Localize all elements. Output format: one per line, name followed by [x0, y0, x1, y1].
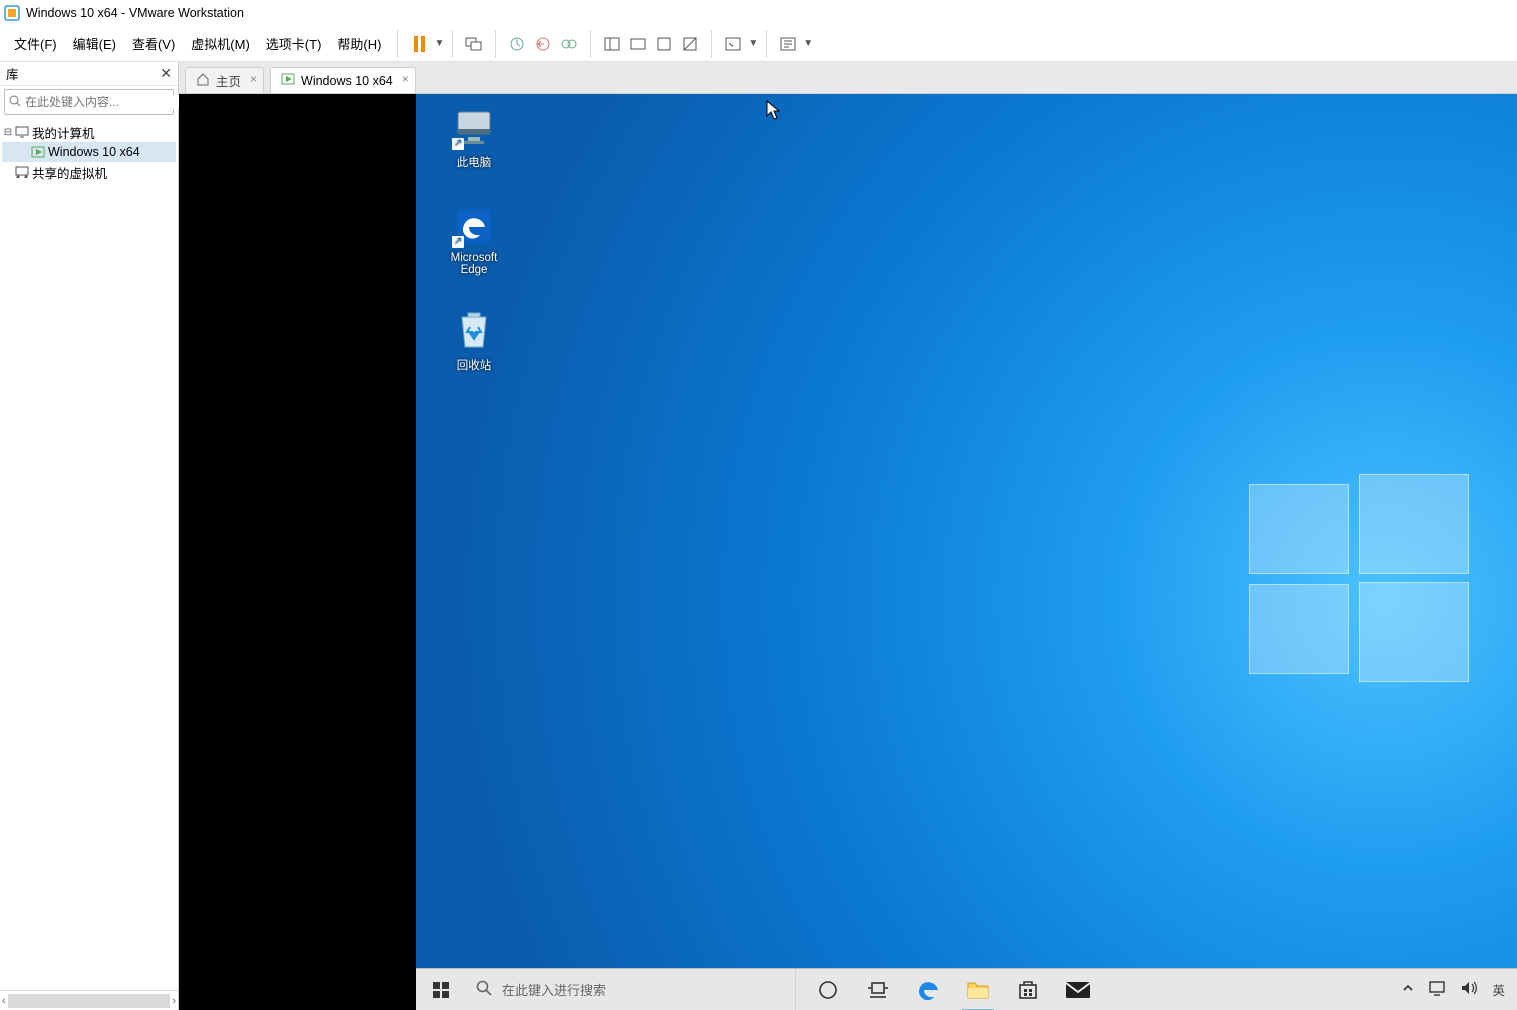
tree-collapse-icon[interactable]: ⊟	[2, 127, 14, 138]
shortcut-overlay-icon: ↗	[452, 138, 464, 150]
tab-close-button[interactable]: ×	[250, 72, 257, 86]
send-ctrl-alt-del-button[interactable]	[461, 31, 487, 57]
scroll-right-icon[interactable]: ›	[172, 995, 176, 1007]
library-pane: 库 ✕ ▼ ⊟ 我的计算机 Windows 10 x64	[0, 62, 179, 1010]
content-area: 主页 × Windows 10 x64 × ↗	[179, 62, 1517, 1010]
guest-taskbar: 在此键入进行搜索	[416, 968, 1517, 1010]
vmware-logo-icon	[4, 5, 20, 21]
tree-node-win10[interactable]: Windows 10 x64	[2, 142, 176, 162]
quickswitch-dropdown[interactable]: ▼	[748, 38, 758, 49]
tab-label: Windows 10 x64	[301, 74, 393, 88]
toolbar-separator	[495, 30, 496, 58]
tab-win10[interactable]: Windows 10 x64 ×	[270, 67, 416, 93]
tab-home[interactable]: 主页 ×	[185, 67, 264, 93]
snapshot-take-button[interactable]	[504, 31, 530, 57]
windows-logo-art	[1249, 474, 1469, 684]
icon-label: 此电脑	[438, 154, 510, 170]
cortana-button[interactable]	[814, 976, 842, 1004]
power-dropdown[interactable]: ▼	[434, 38, 444, 49]
shortcut-overlay-icon: ↗	[452, 236, 464, 248]
toolbar-separator	[397, 30, 398, 58]
monitor-icon	[14, 125, 30, 139]
titlebar: Windows 10 x64 - VMware Workstation	[0, 0, 1517, 26]
library-tree: ⊟ 我的计算机 Windows 10 x64 共享的虚拟机	[0, 118, 178, 990]
toolbar-separator	[452, 30, 453, 58]
scroll-left-icon[interactable]: ‹	[2, 995, 6, 1007]
taskbar-search-placeholder: 在此键入进行搜索	[502, 980, 606, 999]
menu-file[interactable]: 文件(F)	[6, 30, 65, 57]
desktop-icon-edge[interactable]: ↗ Microsoft Edge	[438, 204, 510, 276]
snapshot-manager-button[interactable]	[556, 31, 582, 57]
window-title: Windows 10 x64 - VMware Workstation	[26, 6, 244, 20]
vm-running-icon	[281, 73, 295, 88]
search-icon	[9, 95, 21, 110]
tree-node-shared[interactable]: 共享的虚拟机	[2, 162, 176, 182]
home-icon	[196, 72, 210, 89]
desktop-icon-this-pc[interactable]: ↗ 此电脑	[438, 106, 510, 170]
menu-edit[interactable]: 编辑(E)	[65, 30, 124, 57]
snapshot-revert-button[interactable]	[530, 31, 556, 57]
library-title: 库	[6, 64, 19, 83]
quick-switch-button[interactable]	[720, 31, 746, 57]
menu-view[interactable]: 查看(V)	[124, 30, 183, 57]
tree-label: 我的计算机	[32, 123, 95, 142]
pause-vm-button[interactable]	[406, 31, 432, 57]
taskbar-mail[interactable]	[1064, 976, 1092, 1004]
fullscreen-button[interactable]	[651, 31, 677, 57]
task-view-button[interactable]	[864, 976, 892, 1004]
desktop-icon-recycle[interactable]: 回收站	[438, 309, 510, 373]
scroll-thumb[interactable]	[8, 994, 171, 1008]
stretch-dropdown[interactable]: ▼	[803, 38, 813, 49]
icon-label: Microsoft Edge	[438, 252, 510, 276]
guest-desktop[interactable]: ↗ 此电脑 ↗ Microsoft Edge 回收站	[416, 94, 1517, 1010]
taskbar-store[interactable]	[1014, 976, 1042, 1004]
recycle-bin-icon	[452, 309, 496, 353]
tray-network-icon[interactable]	[1428, 980, 1446, 999]
tab-close-button[interactable]: ×	[402, 72, 409, 86]
taskbar-edge[interactable]	[914, 976, 942, 1004]
tab-label: 主页	[216, 71, 241, 90]
tabstrip: 主页 × Windows 10 x64 ×	[179, 62, 1517, 94]
search-icon	[476, 980, 492, 999]
library-search-input[interactable]	[25, 95, 180, 109]
taskbar-file-explorer[interactable]	[964, 976, 992, 1004]
library-close-button[interactable]: ✕	[160, 65, 172, 82]
shared-vms-icon	[14, 165, 30, 179]
windows-start-icon	[432, 981, 450, 999]
menu-tabs[interactable]: 选项卡(T)	[258, 30, 330, 57]
start-button[interactable]	[416, 969, 466, 1010]
tray-show-hidden-button[interactable]	[1402, 982, 1414, 997]
mouse-cursor-icon	[766, 100, 780, 120]
library-hscroll[interactable]: ‹ ›	[0, 990, 178, 1010]
menu-toolbar: 文件(F) 编辑(E) 查看(V) 虚拟机(M) 选项卡(T) 帮助(H) ▼ …	[0, 26, 1517, 62]
taskbar-pinned	[796, 969, 1110, 1010]
view-console-button[interactable]	[625, 31, 651, 57]
icon-label: 回收站	[438, 357, 510, 373]
vm-viewport[interactable]: ↗ 此电脑 ↗ Microsoft Edge 回收站	[179, 94, 1517, 1010]
toolbar-separator	[590, 30, 591, 58]
tray-volume-icon[interactable]	[1460, 980, 1478, 999]
tree-label: 共享的虚拟机	[32, 163, 107, 182]
system-tray: 英	[1390, 969, 1517, 1010]
view-single-button[interactable]	[599, 31, 625, 57]
toolbar-separator	[711, 30, 712, 58]
menu-vm[interactable]: 虚拟机(M)	[183, 30, 258, 57]
tree-node-my-computer[interactable]: ⊟ 我的计算机	[2, 122, 176, 142]
toolbar-separator	[766, 30, 767, 58]
tree-label: Windows 10 x64	[48, 145, 140, 159]
unity-button[interactable]	[677, 31, 703, 57]
tray-ime-indicator[interactable]: 英	[1492, 980, 1505, 999]
vm-running-icon	[30, 145, 46, 159]
stretch-guest-button[interactable]	[775, 31, 801, 57]
taskbar-search[interactable]: 在此键入进行搜索	[466, 969, 796, 1010]
library-search[interactable]: ▼	[4, 89, 174, 115]
menu-help[interactable]: 帮助(H)	[329, 30, 389, 57]
